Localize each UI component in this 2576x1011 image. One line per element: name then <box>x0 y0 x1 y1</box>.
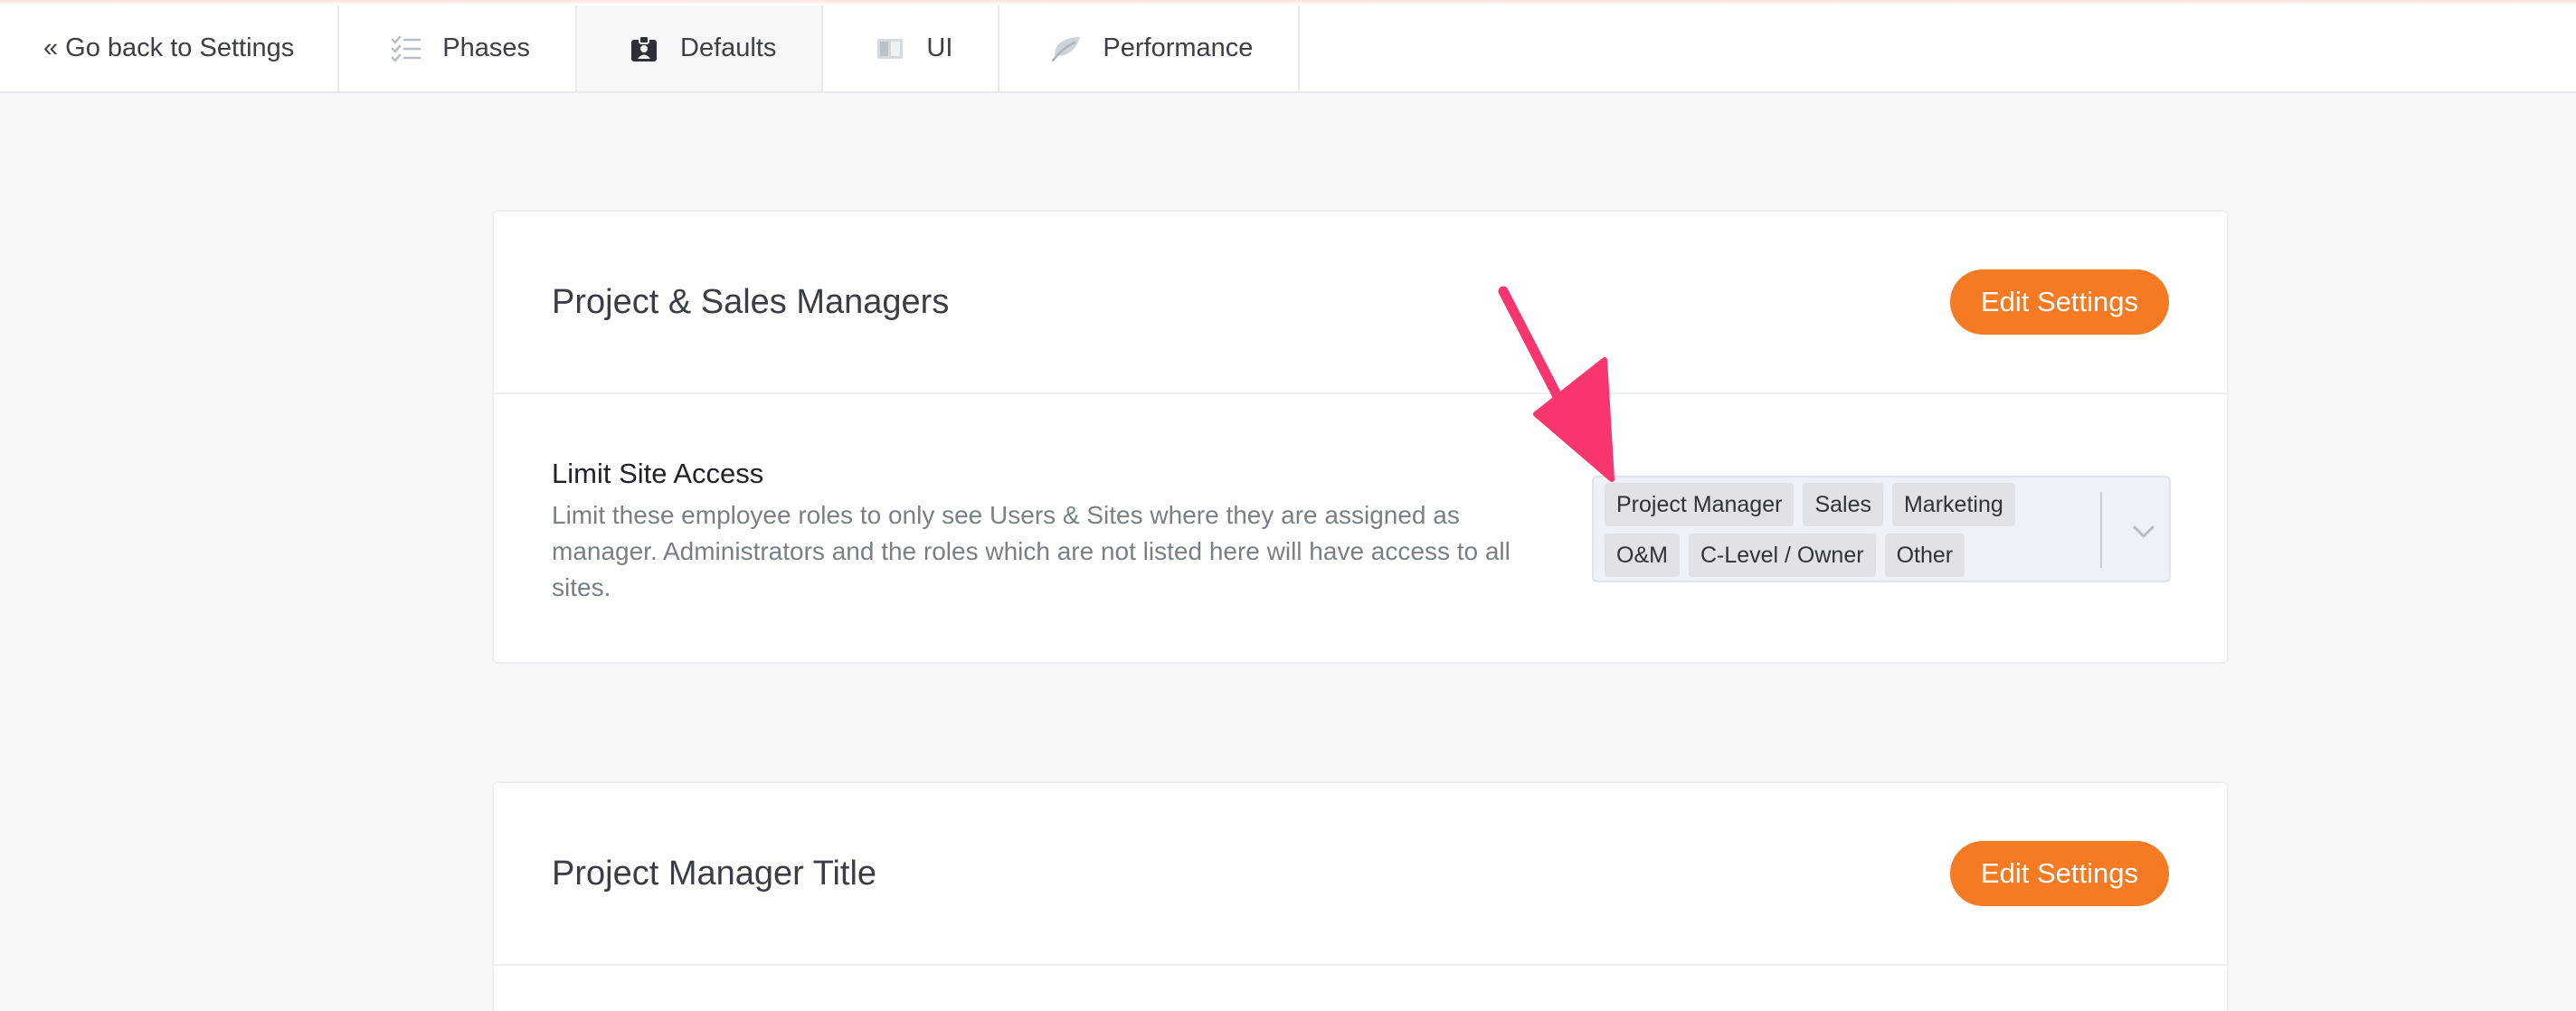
chevron-down-icon[interactable] <box>2127 515 2160 548</box>
tab-performance[interactable]: Performance <box>999 5 1301 91</box>
role-chip[interactable]: Other <box>1884 534 1965 577</box>
tab-defaults[interactable]: Defaults <box>577 5 824 91</box>
project-sales-managers-card: Project & Sales Managers Edit Settings L… <box>492 210 2229 664</box>
setting-label: Limit Site Access <box>552 458 764 489</box>
settings-tab-bar: « Go back to Settings Phases Defaults UI… <box>0 5 2576 93</box>
section-title: Project Manager Title <box>552 854 877 893</box>
layout-icon <box>874 33 906 65</box>
go-back-link[interactable]: « Go back to Settings <box>0 5 340 91</box>
roles-multiselect[interactable]: Project Manager Sales Marketing O&M C-Le… <box>1592 476 2171 582</box>
edit-settings-button[interactable]: Edit Settings <box>1949 841 2169 906</box>
tab-ui[interactable]: UI <box>823 5 1000 91</box>
tab-defaults-label: Defaults <box>680 33 777 62</box>
checklist-icon <box>390 33 422 65</box>
tab-ui-label: UI <box>926 33 953 62</box>
role-chip[interactable]: Sales <box>1803 483 1883 526</box>
id-badge-icon <box>628 33 660 65</box>
leaf-icon <box>1050 33 1083 65</box>
setting-text: Limit Site Access Limit these employee r… <box>552 458 1529 606</box>
tab-performance-label: Performance <box>1103 33 1254 62</box>
role-chip[interactable]: O&M <box>1605 534 1680 577</box>
multiselect-divider <box>2100 492 2102 568</box>
tab-phases[interactable]: Phases <box>339 5 578 91</box>
tab-phases-label: Phases <box>442 33 531 62</box>
role-chip[interactable]: Marketing <box>1891 483 2015 526</box>
card-header: Project & Sales Managers Edit Settings <box>494 212 2227 394</box>
edit-settings-button[interactable]: Edit Settings <box>1949 269 2169 335</box>
selected-roles: Project Manager Sales Marketing O&M C-Le… <box>1605 483 2093 584</box>
project-manager-title-card: Project Manager Title Edit Settings <box>492 781 2229 1011</box>
section-title: Project & Sales Managers <box>552 282 950 321</box>
setting-description: Limit these employee roles to only see U… <box>552 501 1511 601</box>
go-back-label: « Go back to Settings <box>43 33 295 62</box>
annotation-arrow-icon <box>1498 286 1615 482</box>
role-chip[interactable]: Project Manager <box>1605 483 1795 526</box>
role-chip[interactable]: C-Level / Owner <box>1688 534 1876 577</box>
card-header: Project Manager Title Edit Settings <box>494 783 2227 966</box>
